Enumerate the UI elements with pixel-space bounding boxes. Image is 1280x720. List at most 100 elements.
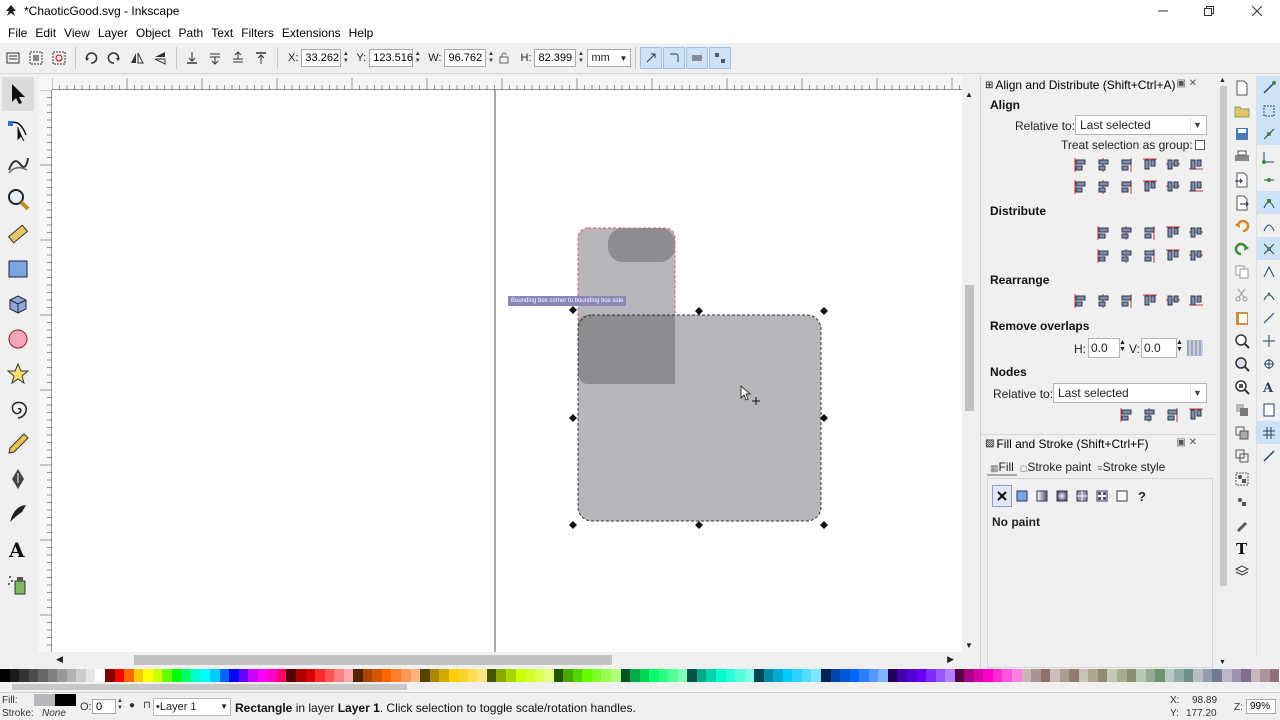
palette-swatch[interactable] [210,669,220,682]
palette-swatch[interactable] [171,669,182,682]
rearrange-button-icon[interactable] [1115,290,1138,312]
palette-swatch[interactable] [486,669,497,682]
palette-swatch[interactable] [190,669,201,682]
close-icon[interactable] [1234,0,1280,22]
palette-swatch[interactable] [458,669,468,682]
scale-stroke-icon[interactable] [640,47,663,69]
menu-object[interactable]: Object [132,26,175,40]
rearrange-button-icon[interactable] [1138,290,1161,312]
palette-swatch[interactable] [1031,669,1041,682]
align-button-icon[interactable] [1092,154,1115,176]
align-button-icon[interactable] [1115,176,1138,198]
pencil-tool-icon[interactable] [2,427,34,461]
palette-swatch[interactable] [1183,669,1194,682]
canvas-vertical-scrollbar[interactable]: ▲ ▼ [962,90,976,652]
palette-swatch[interactable] [429,669,440,682]
palette-swatch[interactable] [582,669,592,682]
align-button-icon[interactable] [1161,154,1184,176]
palette-swatch[interactable] [916,669,927,682]
align-button-icon[interactable] [1115,154,1138,176]
palette-swatch[interactable] [391,669,401,682]
palette-swatch[interactable] [515,669,526,682]
deselect-icon[interactable] [48,47,70,69]
palette-swatch[interactable] [926,669,936,682]
palette-swatch[interactable] [878,669,888,682]
opacity-spinner[interactable]: ▲ ▼ [117,698,123,712]
palette-swatch[interactable] [1231,669,1242,682]
palette-swatch[interactable] [1126,669,1137,682]
x-input[interactable]: 33.262 [301,49,342,67]
palette-swatch[interactable] [1250,669,1261,682]
palette-swatch[interactable] [773,669,783,682]
canvas-horizontal-scrollbar[interactable]: ◀ ▶ [52,652,962,668]
palette-swatch[interactable] [1145,669,1156,682]
group-icon[interactable] [1230,467,1254,490]
restore-icon[interactable] [1186,0,1232,22]
snap-bbox-corners-icon[interactable] [1257,145,1280,168]
flip-vertical-icon[interactable] [149,47,171,69]
palette-swatch[interactable] [1078,669,1089,682]
rotate-cw-icon[interactable] [103,47,125,69]
menu-edit[interactable]: Edit [31,26,60,40]
scroll-down-icon[interactable]: ▼ [1219,659,1226,666]
scroll-down-icon[interactable]: ▼ [965,641,973,650]
rotate-ccw-icon[interactable] [80,47,102,69]
raise-icon[interactable] [227,47,249,69]
scale-corners-icon[interactable] [663,47,686,69]
unlink-clone-icon[interactable] [1230,444,1254,467]
align-button-icon[interactable] [1184,176,1207,198]
palette-swatch[interactable] [162,669,172,682]
palette-swatch[interactable] [467,669,478,682]
tab-stroke-paint[interactable]: ◻Stroke paint [1017,460,1095,476]
menu-filters[interactable]: Filters [237,26,278,40]
snap-bbox-midpoints-icon[interactable] [1257,168,1280,191]
redo-icon[interactable] [1230,237,1254,260]
overlap-h-input[interactable]: 0.0 [1088,338,1120,358]
distribute-button-icon[interactable] [1184,222,1207,244]
palette-swatch[interactable] [1069,669,1079,682]
palette-swatch[interactable] [381,669,392,682]
palette-swatch[interactable] [553,669,564,682]
tweak-tool-icon[interactable] [2,147,34,181]
palette-swatch[interactable] [639,669,650,682]
align-button-icon[interactable] [1184,154,1207,176]
palette-swatch[interactable] [830,669,841,682]
stroke-value[interactable]: None [42,708,66,719]
dialog-controls-icon[interactable]: ▣ ✕ [1176,78,1197,89]
palette-swatch[interactable] [763,669,774,682]
palette-swatch[interactable] [525,669,535,682]
palette-swatch[interactable] [124,669,134,682]
palette-swatch[interactable] [1202,669,1213,682]
distribute-button-icon[interactable] [1184,245,1207,267]
spiral-tool-icon[interactable] [2,392,34,426]
horizontal-ruler[interactable] [51,76,962,90]
import-icon[interactable] [1230,168,1254,191]
palette-swatch[interactable] [238,669,249,682]
zoom-tool-icon[interactable] [2,182,34,216]
palette-swatch[interactable] [754,669,764,682]
distribute-button-icon[interactable] [1161,245,1184,267]
palette-swatch[interactable] [257,669,268,682]
dock-scrollbar[interactable]: ▲ ▼ [1217,76,1229,670]
snap-bbox-icon[interactable] [1257,99,1280,122]
w-spinner[interactable]: ▲ ▼ [486,49,495,67]
palette-swatch[interactable] [324,669,335,682]
calligraphy-tool-icon[interactable] [2,497,34,531]
palette-swatch[interactable] [276,669,287,682]
zoom-page-icon[interactable] [1230,375,1254,398]
tab-stroke-style[interactable]: ≡Stroke style [1094,460,1168,476]
palette-swatch[interactable] [1088,669,1098,682]
lock-icon[interactable] [495,47,513,69]
palette-swatch[interactable] [1021,669,1032,682]
vertical-ruler[interactable] [38,89,52,652]
align-button-icon[interactable] [1138,154,1161,176]
node-align-button-icon[interactable] [1115,404,1138,426]
unit-select[interactable]: mm ▼ [587,49,632,67]
node-align-button-icon[interactable] [1161,404,1184,426]
menu-file[interactable]: File [4,26,31,40]
x-spinner[interactable]: ▲ ▼ [341,49,350,67]
scroll-right-icon[interactable]: ▶ [947,654,954,665]
palette-swatch[interactable] [964,669,974,682]
palette-swatch[interactable] [821,669,831,682]
layer-visibility-icon[interactable]: ● [129,700,135,711]
